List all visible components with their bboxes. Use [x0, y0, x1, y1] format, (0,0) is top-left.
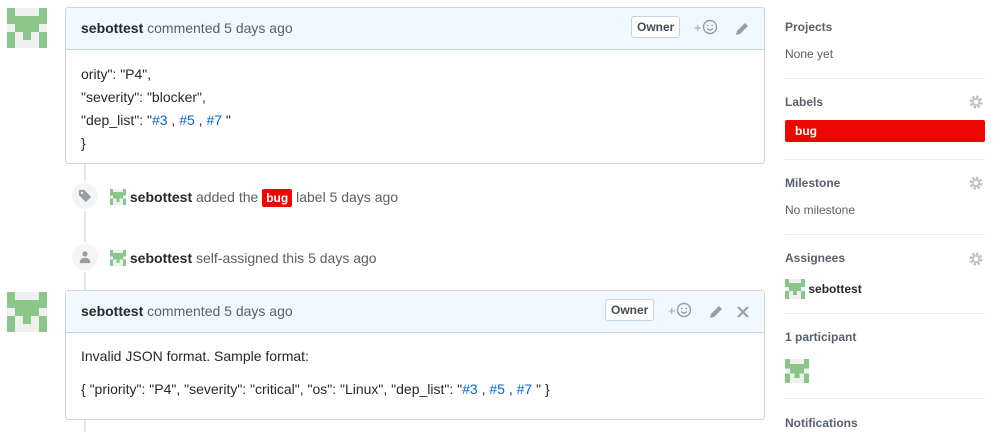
sidebar-assignee[interactable]: sebottest: [785, 279, 985, 299]
gear-icon[interactable]: [968, 175, 984, 191]
smiley-icon: [702, 19, 717, 35]
comment-text: ": [222, 112, 231, 128]
close-icon[interactable]: [736, 305, 750, 319]
avatar[interactable]: [110, 250, 126, 266]
sidebar-projects-title[interactable]: Projects: [785, 20, 985, 34]
edit-pencil-icon[interactable]: [734, 21, 750, 37]
event-badge: [70, 181, 100, 211]
comment-meta: sebottest commented 5 days ago: [81, 303, 293, 319]
event-text: added the: [196, 189, 259, 205]
comment-header: sebottest commented 5 days ago Owner +: [66, 291, 764, 333]
event-author[interactable]: sebottest: [130, 250, 192, 266]
sidebar-milestone-title[interactable]: Milestone: [785, 176, 985, 190]
comment-time[interactable]: 5 days ago: [224, 303, 293, 319]
participant-avatar[interactable]: [785, 359, 809, 383]
tag-icon: [78, 189, 92, 203]
owner-badge: Owner: [631, 16, 681, 38]
comment-body: ority": "P4", "severity": "blocker", "de…: [66, 50, 764, 165]
smiley-icon: [676, 302, 691, 318]
add-reaction-button[interactable]: +: [694, 19, 718, 35]
avatar[interactable]: [7, 292, 47, 332]
comment-meta: sebottest commented 5 days ago: [81, 20, 293, 36]
gear-icon[interactable]: [968, 94, 984, 110]
issue-link[interactable]: #7: [206, 112, 222, 128]
comment-text: " }: [532, 381, 550, 397]
owner-badge: Owner: [605, 299, 655, 321]
comment-text: "dep_list": ": [81, 112, 152, 128]
comment-action: commented: [147, 20, 221, 36]
gear-icon[interactable]: [968, 251, 984, 267]
sidebar-label-bug[interactable]: bug: [785, 120, 985, 142]
divider: [785, 78, 985, 79]
divider: [785, 159, 985, 160]
avatar[interactable]: [110, 189, 126, 205]
sidebar-participants-title: 1 participant: [785, 330, 857, 344]
timeline-event: sebottest self-assigned this 5 days ago: [110, 250, 377, 266]
separator: ,: [194, 112, 207, 128]
sidebar-assignees-title[interactable]: Assignees: [785, 251, 985, 265]
comment: sebottest commented 5 days ago Owner + I…: [65, 290, 765, 420]
timeline-event: sebottest added the bug label 5 days ago: [110, 189, 398, 207]
separator: ,: [167, 112, 180, 128]
label-badge[interactable]: bug: [262, 189, 293, 207]
sidebar-milestone-value: No milestone: [785, 203, 856, 217]
comment-line: "severity": "blocker",: [81, 89, 206, 105]
divider: [785, 234, 985, 235]
comment-line: ority": "P4",: [81, 66, 152, 82]
comment-action: commented: [147, 303, 221, 319]
comment-paragraph: { "priority": "P4", "severity": "critica…: [81, 378, 749, 401]
event-text: self-assigned this 5 days ago: [196, 250, 377, 266]
comment-paragraph: Invalid JSON format. Sample format:: [81, 348, 309, 364]
event-author[interactable]: sebottest: [130, 189, 192, 205]
avatar[interactable]: [785, 279, 805, 299]
event-badge: [70, 242, 100, 272]
plus-icon: +: [668, 303, 676, 318]
add-reaction-button[interactable]: +: [668, 302, 692, 318]
timeline-line: [84, 420, 86, 432]
issue-link[interactable]: #3: [462, 381, 478, 397]
person-icon: [79, 251, 91, 264]
issue-link[interactable]: #5: [179, 112, 195, 128]
comment-text: { "priority": "P4", "severity": "critica…: [81, 381, 463, 397]
divider: [785, 398, 985, 399]
comment-header: sebottest commented 5 days ago Owner +: [66, 8, 764, 50]
plus-icon: +: [694, 20, 702, 35]
comment-author[interactable]: sebottest: [81, 303, 143, 319]
comment-line: "dep_list": "#3 , #5 , #7 ": [81, 109, 749, 132]
avatar[interactable]: [7, 8, 47, 48]
comment-author[interactable]: sebottest: [81, 20, 143, 36]
issue-link[interactable]: #5: [489, 381, 505, 397]
edit-pencil-icon[interactable]: [708, 304, 724, 320]
issue-link[interactable]: #3: [152, 112, 168, 128]
event-text: label 5 days ago: [296, 189, 399, 205]
comment-body: Invalid JSON format. Sample format: { "p…: [66, 333, 764, 411]
issue-link[interactable]: #7: [517, 381, 533, 397]
divider: [785, 313, 985, 314]
separator: ,: [504, 381, 517, 397]
comment-time[interactable]: 5 days ago: [224, 20, 293, 36]
separator: ,: [477, 381, 490, 397]
comment: sebottest commented 5 days ago Owner + o…: [65, 7, 765, 164]
sidebar-labels-title[interactable]: Labels: [785, 95, 985, 109]
assignee-name[interactable]: sebottest: [808, 282, 861, 296]
sidebar-notifications-title: Notifications: [785, 416, 858, 430]
sidebar-projects-value: None yet: [785, 47, 834, 61]
comment-line: }: [81, 135, 86, 151]
